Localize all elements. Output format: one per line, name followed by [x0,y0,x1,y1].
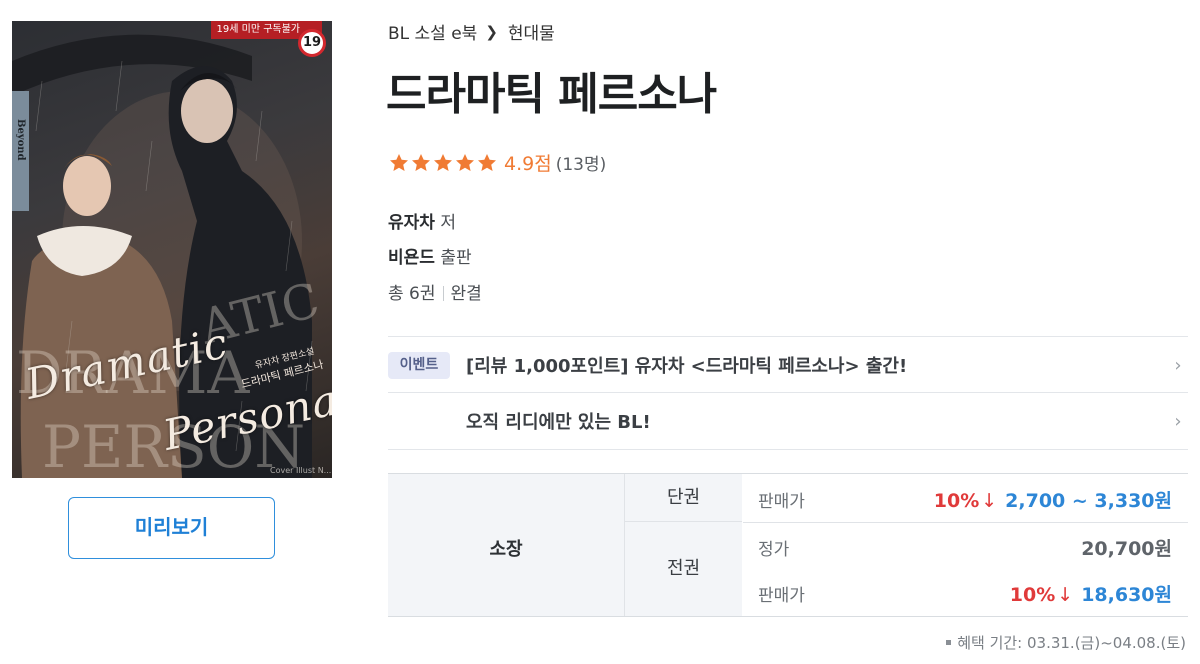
divider [442,286,444,301]
star-icon [434,153,452,171]
benefit-period-text: 혜택 기간: 03.31.(금)~04.08.(토) [957,634,1186,652]
rating-count: (13명) [555,155,607,175]
rating: 4.9점 (13명) [388,149,606,176]
volume-info: 총 6권 완결 [388,279,482,304]
book-cover[interactable]: 19세 미만 구독불가 19 Beyond ATIC DRAMA PERSON … [12,21,332,478]
author-line: 유자차 저 [388,208,456,233]
preview-button[interactable]: 미리보기 [68,497,275,559]
rating-score: 4.9점 [504,153,552,175]
price-table: 소장 단권 전권 판매가 10% ↓ 2,700 ~ 3,330원 정가 20,70… [388,473,1188,617]
chevron-right-icon: ❯ [485,22,498,41]
sale-price-label: 판매가 [758,491,805,512]
sale-price: 18,630원 [1081,583,1172,606]
event-text: 오직 리디에만 있는 BL! [466,412,651,433]
publisher-name[interactable]: 비욘드 [388,248,435,268]
event-badge: 이벤트 [388,351,450,379]
star-icon [412,153,430,171]
benefit-period: 혜택 기간: 03.31.(금)~04.08.(토) [946,632,1186,653]
volume-count: 총 6권 [388,284,436,304]
author-suffix: 저 [440,213,456,233]
event-text: [리뷰 1,000포인트] 유자차 <드라마틱 페르소나> 출간! [466,356,908,377]
full-regular-row: 정가 20,700원 [743,524,1172,570]
breadcrumb-category[interactable]: BL 소설 e북 [388,19,477,44]
regular-price-label: 정가 [758,539,790,560]
divider [388,449,1188,450]
discount-rate: 10% [1009,583,1056,606]
arrow-down-icon: ↓ [1057,583,1074,606]
event-badge [388,408,450,435]
sale-price-range: 2,700 ~ 3,330원 [1005,489,1172,512]
publisher-suffix: 출판 [440,248,472,268]
star-icon [478,153,496,171]
chevron-right-icon: › [1174,410,1182,432]
event-row[interactable]: 이벤트 [리뷰 1,000포인트] 유자차 <드라마틱 페르소나> 출간! › [388,337,1188,393]
completion-status: 완결 [450,284,482,304]
breadcrumb: BL 소설 e북 ❯ 현대물 [388,19,555,45]
star-icon [456,153,474,171]
star-icon [390,153,408,171]
bullet-square-icon [946,640,952,645]
author-name[interactable]: 유자차 [388,213,435,233]
imprint-label: Beyond [15,119,26,161]
regular-price: 20,700원 [1081,537,1172,560]
full-sale-row: 판매가 10% ↓ 18,630원 [743,570,1172,616]
chevron-right-icon: › [1174,354,1182,376]
event-row[interactable]: 오직 리디에만 있는 BL! › [388,393,1188,449]
arrow-down-icon: ↓ [981,489,998,512]
book-title: 드라마틱 페르소나 [386,69,717,120]
age-19-badge: 19 [298,29,326,57]
cover-credit: Cover Illust N... [270,466,332,475]
star-rating [388,152,498,174]
full-set-label: 전권 [624,522,742,616]
single-volume-label: 단권 [624,474,742,522]
publisher-line: 비욘드 출판 [388,243,472,268]
discount-rate: 10% [933,489,980,512]
imprint-tab: Beyond [12,91,29,211]
breadcrumb-subcategory[interactable]: 현대물 [508,19,555,44]
sale-price-label: 판매가 [758,585,805,606]
single-sale-row: 판매가 10% ↓ 2,700 ~ 3,330원 [743,476,1172,522]
own-header: 소장 [388,474,624,616]
own-label: 소장 [489,539,523,560]
divider [743,522,1188,523]
